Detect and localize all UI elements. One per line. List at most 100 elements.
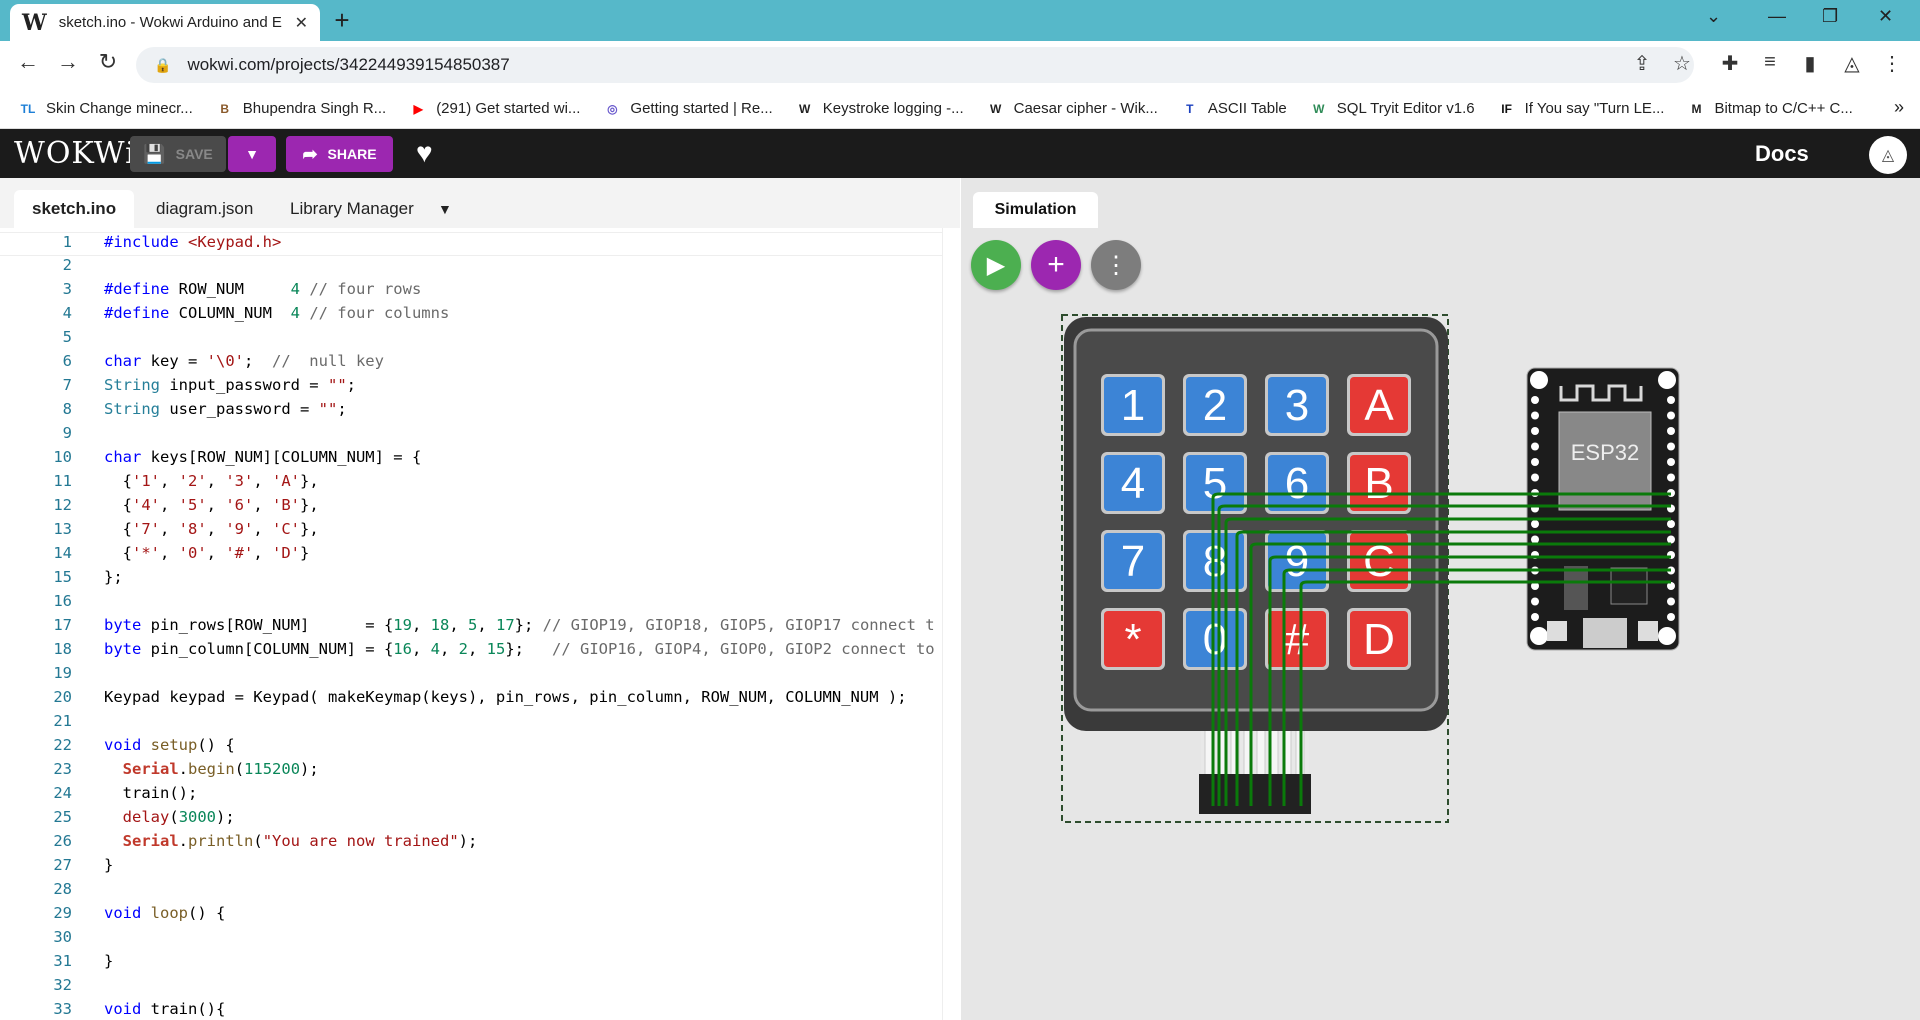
editor-scrollbar[interactable] <box>942 228 960 1020</box>
bookmark-item[interactable]: M Bitmap to C/C++ C... <box>1686 99 1852 119</box>
tab-library-manager[interactable]: Library Manager <box>272 190 432 228</box>
bookmark-item[interactable]: TL Skin Change minecr... <box>18 99 193 119</box>
profile-icon[interactable]: ◬ <box>1838 51 1866 76</box>
address-bar[interactable]: 🔒 wokwi.com/projects/342244939154850387 <box>136 47 1694 83</box>
code-line[interactable]: 32 <box>0 976 960 1000</box>
circuit-canvas[interactable]: 1 2 3 A4 5 6 B7 8 9 C* 0 # DESP32 <box>961 178 1920 1020</box>
bookmark-item[interactable]: W SQL Tryit Editor v1.6 <box>1309 99 1475 119</box>
code-line[interactable]: 12 {'4', '5', '6', 'B'}, <box>0 496 960 520</box>
bookmark-item[interactable]: T ASCII Table <box>1180 99 1287 119</box>
code-line[interactable]: 2 <box>0 256 960 280</box>
tab-diagram-json[interactable]: diagram.json <box>138 190 271 228</box>
code-token: 16 <box>393 640 412 658</box>
code-line[interactable]: 14 {'*', '0', '#', 'D'} <box>0 544 960 568</box>
code-line[interactable]: 33 void train(){ <box>0 1000 960 1020</box>
code-line[interactable]: 19 <box>0 664 960 688</box>
reload-icon[interactable]: ↻ <box>92 49 124 75</box>
code-line[interactable]: 3 #define ROW_NUM 4 // four rows <box>0 280 960 304</box>
code-token: "" <box>327 376 347 394</box>
code-token: , <box>468 640 487 658</box>
bookmark-item[interactable]: W Keystroke logging -... <box>795 99 964 119</box>
code-line[interactable]: 6 char key = '\0'; // null key <box>0 352 960 376</box>
save-options-dropdown[interactable]: ▼ <box>228 136 276 172</box>
code-line[interactable]: 4 #define COLUMN_NUM 4 // four columns <box>0 304 960 328</box>
keypad-key-label: 7 <box>1121 537 1145 586</box>
code-line[interactable]: 5 <box>0 328 960 352</box>
code-text: Serial.println("You are now trained"); <box>104 832 478 850</box>
add-part-button[interactable]: + <box>1031 240 1081 290</box>
code-line[interactable]: 10 char keys[ROW_NUM][COLUMN_NUM] = { <box>0 448 960 472</box>
bookmark-item[interactable]: ▶ (291) Get started wi... <box>408 99 581 119</box>
save-button[interactable]: 💾 SAVE <box>130 136 226 172</box>
code-line[interactable]: 22 void setup() { <box>0 736 960 760</box>
code-line[interactable]: 16 <box>0 592 960 616</box>
code-token: }; <box>505 640 553 658</box>
new-tab-button[interactable]: + <box>326 5 358 36</box>
code-line[interactable]: 26 Serial.println("You are now trained")… <box>0 832 960 856</box>
wokwi-logo[interactable]: WOKWi <box>14 136 136 171</box>
bookmark-item[interactable]: W Caesar cipher - Wik... <box>986 99 1158 119</box>
heart-icon[interactable]: ♥ <box>416 137 433 169</box>
code-line[interactable]: 30 <box>0 928 960 952</box>
line-number: 33 <box>53 1000 72 1018</box>
caret-down-icon: ▼ <box>245 146 259 162</box>
code-line[interactable]: 17 byte pin_rows[ROW_NUM] = {19, 18, 5, 1… <box>0 616 960 640</box>
bookmark-item[interactable]: IF If You say "Turn LE... <box>1497 99 1664 119</box>
code-line[interactable]: 7 String input_password = ""; <box>0 376 960 400</box>
code-token: '#' <box>225 544 254 562</box>
media-queue-icon[interactable]: ≡ <box>1756 51 1784 74</box>
forward-arrow-icon[interactable]: → <box>52 49 84 75</box>
code-token: '6' <box>225 496 254 514</box>
code-line[interactable]: 18 byte pin_column[COLUMN_NUM] = {16, 4, … <box>0 640 960 664</box>
code-token: Serial <box>122 760 179 778</box>
code-token: byte <box>104 640 142 658</box>
bookmark-star-icon[interactable]: ☆ <box>1668 51 1696 76</box>
tab-sketch-ino[interactable]: sketch.ino <box>14 190 135 228</box>
code-line[interactable]: 13 {'7', '8', '9', 'C'}, <box>0 520 960 544</box>
extensions-icon[interactable]: ✚ <box>1716 51 1744 76</box>
esp32-pin <box>1531 458 1539 466</box>
back-arrow-icon[interactable]: ← <box>12 49 44 75</box>
code-line[interactable]: 9 <box>0 424 960 448</box>
reset-button <box>1638 621 1658 641</box>
keypad-key-label: 1 <box>1121 381 1145 430</box>
start-simulation-button[interactable]: ▶ <box>971 240 1021 290</box>
bookmark-item[interactable]: B Bhupendra Singh R... <box>215 99 386 119</box>
code-line[interactable]: 29 void loop() { <box>0 904 960 928</box>
simulation-menu-button[interactable]: ⋮ <box>1091 240 1141 290</box>
bookmark-item[interactable]: ◎ Getting started | Re... <box>602 99 773 119</box>
code-area[interactable]: 1 #include <Keypad.h> 2 3 #define ROW_NUM 4 … <box>0 228 960 1020</box>
code-line[interactable]: 20 Keypad keypad = Keypad( makeKeymap(key… <box>0 688 960 712</box>
code-token: String <box>104 376 160 394</box>
side-panel-icon[interactable]: ▮ <box>1796 51 1824 76</box>
more-bookmarks-icon[interactable]: » <box>1894 97 1904 118</box>
code-line[interactable]: 23 Serial.begin(115200); <box>0 760 960 784</box>
code-line[interactable]: 8 String user_password = ""; <box>0 400 960 424</box>
user-avatar[interactable]: ◬ <box>1869 136 1907 174</box>
code-token: '0' <box>178 544 207 562</box>
close-window-button[interactable]: ✕ <box>1878 6 1893 27</box>
browser-tab[interactable]: W sketch.ino - Wokwi Arduino and E ✕ <box>10 4 320 41</box>
more-tabs-caret-icon[interactable]: ▼ <box>420 190 470 228</box>
code-line[interactable]: 25 delay(3000); <box>0 808 960 832</box>
code-token: <Keypad.h> <box>188 233 282 251</box>
code-line[interactable]: 24 train(); <box>0 784 960 808</box>
close-tab-icon[interactable]: ✕ <box>295 13 308 33</box>
code-line[interactable]: 1 #include <Keypad.h> <box>0 232 960 256</box>
code-line[interactable]: 15}; <box>0 568 960 592</box>
share-button[interactable]: ➦ SHARE <box>286 136 393 172</box>
code-line[interactable]: 27} <box>0 856 960 880</box>
docs-link[interactable]: Docs <box>1755 141 1809 167</box>
tab-simulation[interactable]: Simulation <box>973 192 1098 228</box>
code-line[interactable]: 11 {'1', '2', '3', 'A'}, <box>0 472 960 496</box>
tab-search-icon[interactable]: ⌄ <box>1706 6 1721 27</box>
bookmark-label: Bitmap to C/C++ C... <box>1714 100 1853 117</box>
minimize-button[interactable]: — <box>1768 6 1786 27</box>
code-line[interactable]: 28 <box>0 880 960 904</box>
maximize-button[interactable]: ❐ <box>1822 6 1838 27</box>
code-line[interactable]: 21 <box>0 712 960 736</box>
code-token: }, <box>300 472 319 490</box>
share-page-icon[interactable]: ⇪ <box>1628 51 1656 76</box>
code-line[interactable]: 31} <box>0 952 960 976</box>
browser-menu-icon[interactable]: ⋮ <box>1878 51 1906 76</box>
